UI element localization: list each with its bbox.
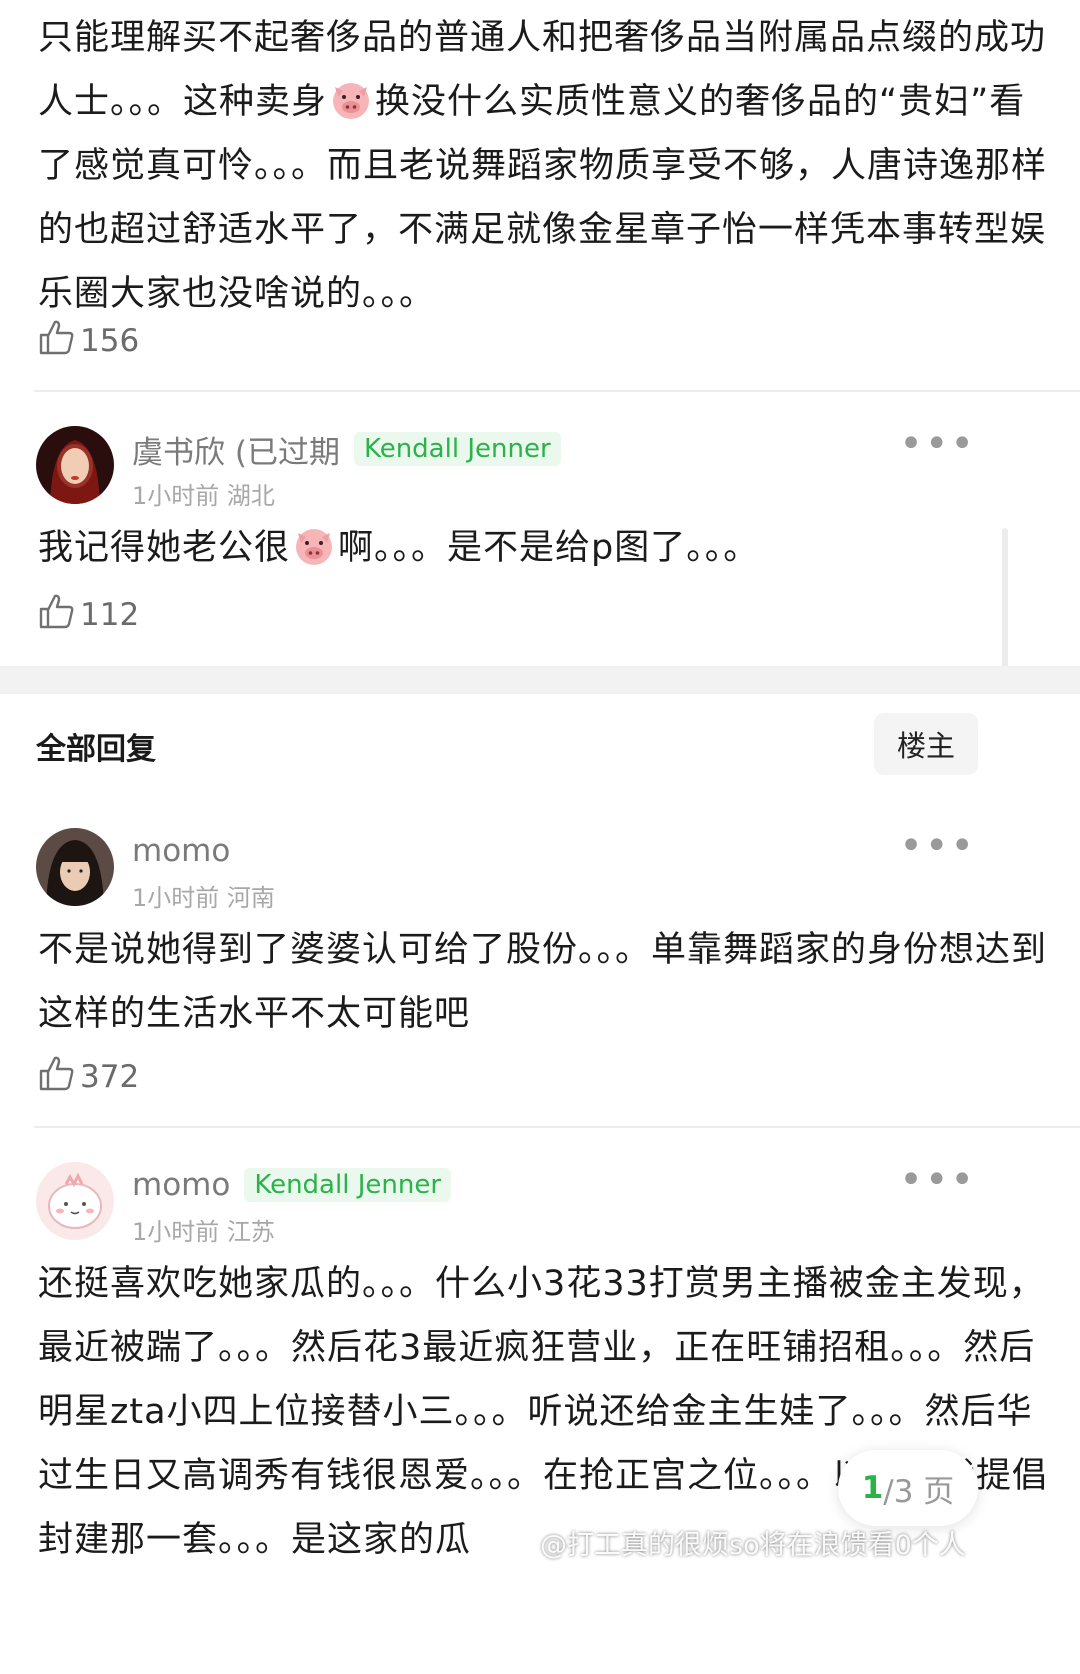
more-icon[interactable]: ••• bbox=[899, 826, 976, 866]
reply-meta: momo Kendall Jenner 1小时前 江苏 bbox=[132, 1162, 452, 1247]
scrollbar[interactable] bbox=[1002, 528, 1008, 688]
like-button[interactable]: 112 bbox=[38, 592, 139, 638]
avatar[interactable] bbox=[36, 426, 114, 504]
owner-only-button[interactable]: 楼主 bbox=[874, 713, 978, 775]
username[interactable]: momo bbox=[132, 1167, 230, 1203]
user-badge[interactable]: Kendall Jenner bbox=[244, 1168, 452, 1202]
username[interactable]: 虞书欣 (已过期 bbox=[132, 427, 340, 472]
reply-meta: momo 1小时前 河南 bbox=[132, 828, 275, 913]
all-replies-title: 全部回复 bbox=[36, 732, 156, 767]
time-location: 1小时前 江苏 bbox=[132, 1218, 275, 1246]
comment-text-part: 啊。。。是不是给p图了。。。 bbox=[338, 528, 760, 568]
divider bbox=[34, 390, 1080, 392]
comment-text: 只能理解买不起奢侈品的普通人和把奢侈品当附属品点缀的成功人士。。。这种卖身 换没什… bbox=[38, 6, 1048, 326]
more-icon[interactable]: ••• bbox=[899, 1160, 976, 1200]
like-button[interactable]: 372 bbox=[38, 1054, 139, 1100]
divider bbox=[34, 1126, 1080, 1128]
section-separator bbox=[0, 666, 1080, 694]
comment-text: 我记得她老公很 啊。。。是不是给p图了。。。 bbox=[38, 516, 1048, 580]
reply-header: momo Kendall Jenner 1小时前 江苏 bbox=[36, 1162, 452, 1247]
pig-emoji-icon bbox=[293, 524, 335, 566]
reply-header: momo 1小时前 河南 bbox=[36, 828, 275, 913]
more-icon[interactable]: ••• bbox=[899, 424, 976, 464]
like-count: 156 bbox=[80, 323, 140, 359]
comment-text-part: 我记得她老公很 bbox=[38, 528, 291, 568]
time-location: 1小时前 河南 bbox=[132, 884, 275, 912]
name-row: momo bbox=[132, 828, 275, 874]
reply-text: 不是说她得到了婆婆认可给了股份。。。单靠舞蹈家的身份想达到这样的生活水平不太可能… bbox=[38, 930, 1048, 1034]
thumbs-up-icon bbox=[38, 592, 74, 638]
comment-header: 虞书欣 (已过期 Kendall Jenner 1小时前 湖北 bbox=[36, 426, 561, 511]
user-badge[interactable]: Kendall Jenner bbox=[353, 432, 561, 466]
page-indicator[interactable]: 1/3 页 bbox=[838, 1450, 978, 1526]
name-row: momo Kendall Jenner bbox=[132, 1162, 452, 1208]
avatar[interactable] bbox=[36, 1162, 114, 1240]
thumbs-up-icon bbox=[38, 318, 74, 364]
like-button[interactable]: 156 bbox=[38, 318, 139, 364]
total-pages: /3 页 bbox=[883, 1473, 955, 1510]
thumbs-up-icon bbox=[38, 1054, 74, 1100]
pig-emoji-icon bbox=[330, 78, 372, 120]
comment-meta: 虞书欣 (已过期 Kendall Jenner 1小时前 湖北 bbox=[132, 426, 561, 511]
name-row: 虞书欣 (已过期 Kendall Jenner bbox=[132, 426, 561, 472]
like-count: 372 bbox=[80, 1059, 140, 1095]
username[interactable]: momo bbox=[132, 833, 230, 869]
like-count: 112 bbox=[80, 597, 140, 633]
current-page: 1 bbox=[861, 1470, 884, 1506]
time-location: 1小时前 湖北 bbox=[132, 482, 275, 510]
watermark: @打工真的很烦so将在浪馈看0个人 bbox=[540, 1530, 966, 1561]
avatar[interactable] bbox=[36, 828, 114, 906]
